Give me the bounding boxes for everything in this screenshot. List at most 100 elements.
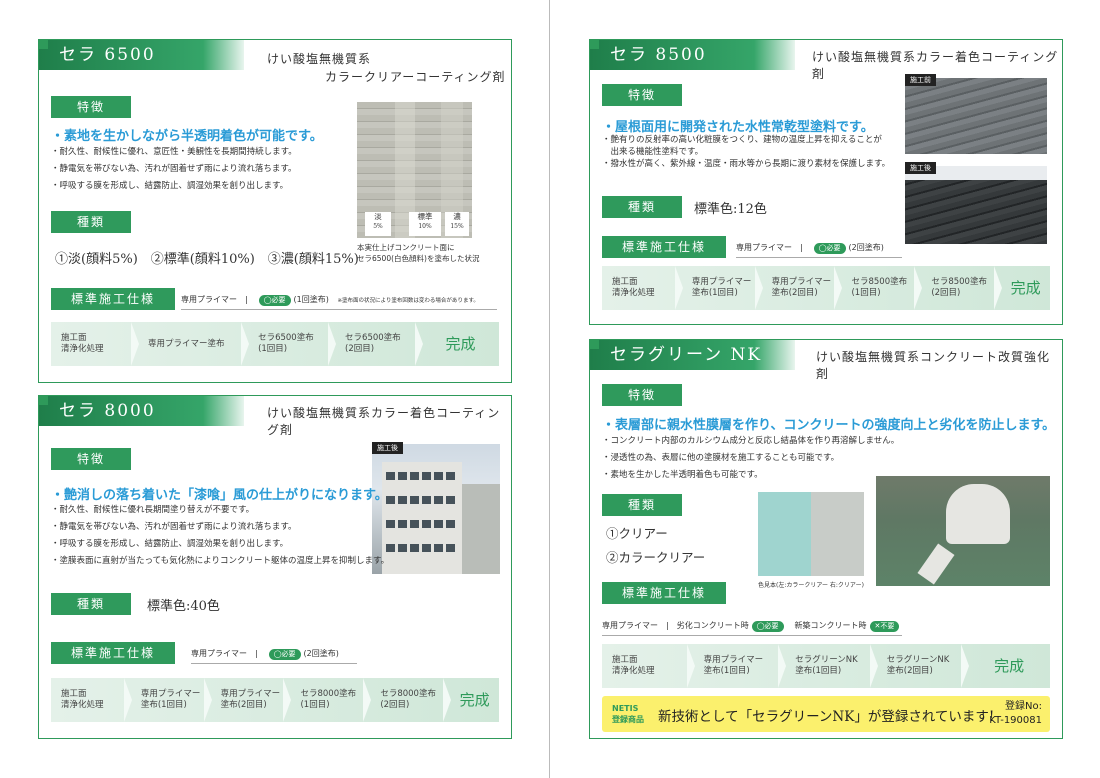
sera6500-process-flow: 施工面 清浄化処理 専用プライマー塗布 セラ6500塗布 (1回目) セラ650… [51, 322, 499, 366]
bullet: ・耐久性、耐候性に優れ長期間塗り替えが不要です。 [51, 505, 255, 515]
seragreen-bullets: ・コンクリート内部のカルシウム成分と反応し結晶体を作り再溶解しません。 ・浸透性… [602, 433, 899, 484]
sera6500-primer-line: 専用プライマー | ◯必要 (1回塗布) ※塗布面の状況により塗布回数は変わる場合… [181, 294, 497, 310]
netis-logo: NETIS 登録商品 [612, 704, 644, 724]
bullet: ・静電気を帯びない為、汚れが固着せず雨により流れ落ちます。 [51, 164, 297, 174]
process-step: セラ8000塗布 (2回目) [370, 678, 451, 722]
process-step: 専用プライマー 塗布(1回目) [682, 266, 763, 310]
sera6500-card: セラ 6500 けい酸塩無機質系 カラークリアーコーティング剤 特徴 ・素地を生… [38, 39, 512, 383]
sera8500-roof-after-photo [905, 166, 1047, 244]
sera6500-caption: 本実仕上げコンクリート面に セラ6500(白色顔料)を塗布した状況 [357, 243, 480, 263]
process-step: セラ6500塗布 (2回目) [335, 322, 424, 366]
seragreen-title: セラグリーン NK [589, 339, 795, 370]
seragreen-spec-label: 標準施工仕様 [602, 582, 726, 604]
sera6500-spec-label: 標準施工仕様 [51, 288, 175, 310]
seragreen-card: セラグリーン NK けい酸塩無機質系コンクリート改質強化剤 特徴 ・表層部に親水… [589, 339, 1063, 739]
bullet: ・静電気を帯びない為、汚れが固着せず雨により流れ落ちます。 [51, 522, 297, 532]
need-badge: ◯必要 [268, 649, 301, 660]
process-step: セラグリーンNK 塗布(2回目) [877, 644, 969, 688]
process-step: セラグリーンNK 塗布(1回目) [785, 644, 878, 688]
sera6500-subtitle-1: けい酸塩無機質系 [267, 52, 372, 66]
need-badge: ◯必要 [751, 621, 784, 632]
sera8000-card: セラ 8000 けい酸塩無機質系カラー着色コーティング剤 特徴 施工後 ・艶消し… [38, 395, 512, 739]
process-step: 専用プライマー塗布 [138, 322, 250, 366]
process-step: 専用プライマー 塗布(2回目) [762, 266, 843, 310]
sera6500-lead: ・素地を生かしながら半透明着色が可能です。 [51, 129, 323, 144]
seragreen-color-sample-photo [758, 492, 864, 576]
sera8000-feature-label: 特徴 [51, 448, 131, 470]
sera6500-title: セラ 6500 [38, 39, 244, 70]
process-step: 施工面 清浄化処理 [602, 644, 695, 688]
bullet: ・呼吸する膜を形成し、結露防止、調湿効果を創り出します。 [51, 539, 289, 549]
sera8500-feature-label: 特徴 [602, 84, 682, 106]
netis-banner: NETIS 登録商品 新技術として「セラグリーンNK」が登録されています! 登録… [602, 696, 1050, 732]
sera8500-spec-label: 標準施工仕様 [602, 236, 726, 258]
sera8000-after-tag: 施工後 [372, 442, 403, 454]
process-step: 専用プライマー 塗布(2回目) [211, 678, 292, 722]
sera8500-primer-line: 専用プライマー | ◯必要 (2回塗布) [736, 242, 902, 258]
sera8500-roof-before-photo [905, 78, 1047, 154]
process-step-complete: 完成 [994, 656, 1025, 675]
process-step-complete: 完成 [445, 334, 476, 353]
netis-registration: 登録No: KT-190081 [989, 701, 1042, 726]
noneed-badge: ✕不要 [869, 621, 900, 632]
sera6500-bullets: ・耐久性、耐候性に優れ、意匠性・美観性を長期間持続します。 ・静電気を帯びない為… [51, 144, 297, 195]
bullet: ・耐久性、耐候性に優れ、意匠性・美観性を長期間持続します。 [51, 147, 297, 157]
sera8000-bullets: ・耐久性、耐候性に優れ長期間塗り替えが不要です。 ・静電気を帯びない為、汚れが固… [51, 502, 389, 570]
sera8500-bullets: ・艶有りの反射率の高い化粧膜をつくり、建物の温度上昇を抑えることが 出来る機能性… [602, 134, 890, 170]
sera8500-lead: ・屋根面用に開発された水性常乾型塗料です。 [602, 120, 874, 135]
process-step: 施工面 清浄化処理 [51, 322, 139, 366]
sera8000-types: 標準色:40色 [147, 599, 220, 614]
sera8500-before-tag: 施工前 [905, 74, 936, 86]
sera8500-subtitle: けい酸塩無機質系カラー着色コーティング剤 [812, 50, 1059, 81]
bullet: ・コンクリート内部のカルシウム成分と反応し結晶体を作り再溶解しません。 [602, 436, 900, 446]
seragreen-sample-caption: 色見本(左:カラークリアー 右:クリアー) [758, 582, 864, 589]
bullet: 出来る機能性塗料です。 [602, 147, 704, 157]
sera8000-primer-line: 専用プライマー | ◯必要 (2回塗布) [191, 648, 357, 664]
process-step: 専用プライマー 塗布(1回目) [694, 644, 786, 688]
sera8000-type-label: 種類 [51, 593, 131, 615]
sera8000-building-photo [372, 444, 500, 574]
process-step: 施工面 清浄化処理 [51, 678, 132, 722]
sera8000-spec-label: 標準施工仕様 [51, 642, 175, 664]
bullet: ・呼吸する膜を形成し、結露防止、調湿効果を創り出します。 [51, 181, 289, 191]
sera8000-process-flow: 施工面 清浄化処理 専用プライマー 塗布(1回目) 専用プライマー 塗布(2回目… [51, 678, 499, 722]
bullet: ・浸透性の為、表層に他の塗膜材を施工することも可能です。 [602, 453, 840, 463]
seragreen-process-flow: 施工面 清浄化処理 専用プライマー 塗布(1回目) セラグリーンNK 塗布(1回… [602, 644, 1050, 688]
sera8500-card: セラ 8500 けい酸塩無機質系カラー着色コーティング剤 特徴 ・屋根面用に開発… [589, 39, 1063, 325]
page-divider [549, 0, 550, 778]
process-step: セラ6500塗布 (1回目) [248, 322, 337, 366]
sera8000-lead: ・艶消しの落ち着いた「漆喰」風の仕上がりになります。 [51, 488, 388, 503]
sera8500-title: セラ 8500 [589, 39, 795, 70]
seragreen-lead: ・表層部に親水性膜層を作り、コンクリートの強度向上と劣化を防止します。 [602, 418, 1056, 433]
swatch-light: 淡 5% [365, 212, 391, 236]
sera6500-type-label: 種類 [51, 211, 131, 233]
process-step-complete: 完成 [1010, 278, 1041, 297]
seragreen-type-label: 種類 [602, 494, 682, 516]
process-step: セラ8500塗布 (1回目) [841, 266, 923, 310]
seragreen-application-photo [876, 476, 1050, 586]
sera8000-subtitle: けい酸塩無機質系カラー着色コーティング剤 [267, 406, 501, 437]
netis-text: 新技術として「セラグリーンNK」が登録されています! [658, 709, 995, 725]
seragreen-primer-line: 専用プライマー | 劣化コンクリート時 ◯必要 新築コンクリート時 ✕不要 [602, 620, 902, 636]
bullet: ・撥水性が高く、紫外線・温度・雨水等から長期に渡り素材を保護します。 [602, 159, 891, 169]
seragreen-subtitle: けい酸塩無機質系コンクリート改質強化剤 [816, 350, 1051, 381]
process-step: 施工面 清浄化処理 [602, 266, 683, 310]
sera8500-after-tag: 施工後 [905, 162, 936, 174]
bullet: ・艶有りの反射率の高い化粧膜をつくり、建物の温度上昇を抑えることが [602, 135, 882, 145]
process-step: セラ8500塗布 (2回目) [921, 266, 1002, 310]
seragreen-feature-label: 特徴 [602, 384, 682, 406]
swatch-dark: 濃 15% [445, 212, 469, 236]
seragreen-types: ①クリアー ②カラークリアー [606, 526, 706, 565]
bullet: ・素地を生かした半透明着色も可能です。 [602, 470, 763, 480]
sera6500-concrete-photo: 淡 5% 標準 10% 濃 15% [357, 102, 472, 238]
sera6500-subtitle-2: カラークリアーコーティング剤 [325, 70, 506, 84]
sera6500-feature-label: 特徴 [51, 96, 131, 118]
need-badge: ◯必要 [813, 243, 846, 254]
process-step-complete: 完成 [459, 690, 490, 709]
process-step: 専用プライマー 塗布(1回目) [131, 678, 212, 722]
process-step: セラ8000塗布 (1回目) [290, 678, 372, 722]
sera6500-types: ①淡(顔料5%) ②標準(顔料10%) ③濃(顔料15%) [55, 252, 359, 267]
sera8500-types: 標準色:12色 [694, 202, 767, 217]
swatch-standard: 標準 10% [409, 212, 441, 236]
bullet: ・塗膜表面に直射が当たっても気化熱によりコンクリート躯体の温度上昇を抑制します。 [51, 556, 390, 566]
